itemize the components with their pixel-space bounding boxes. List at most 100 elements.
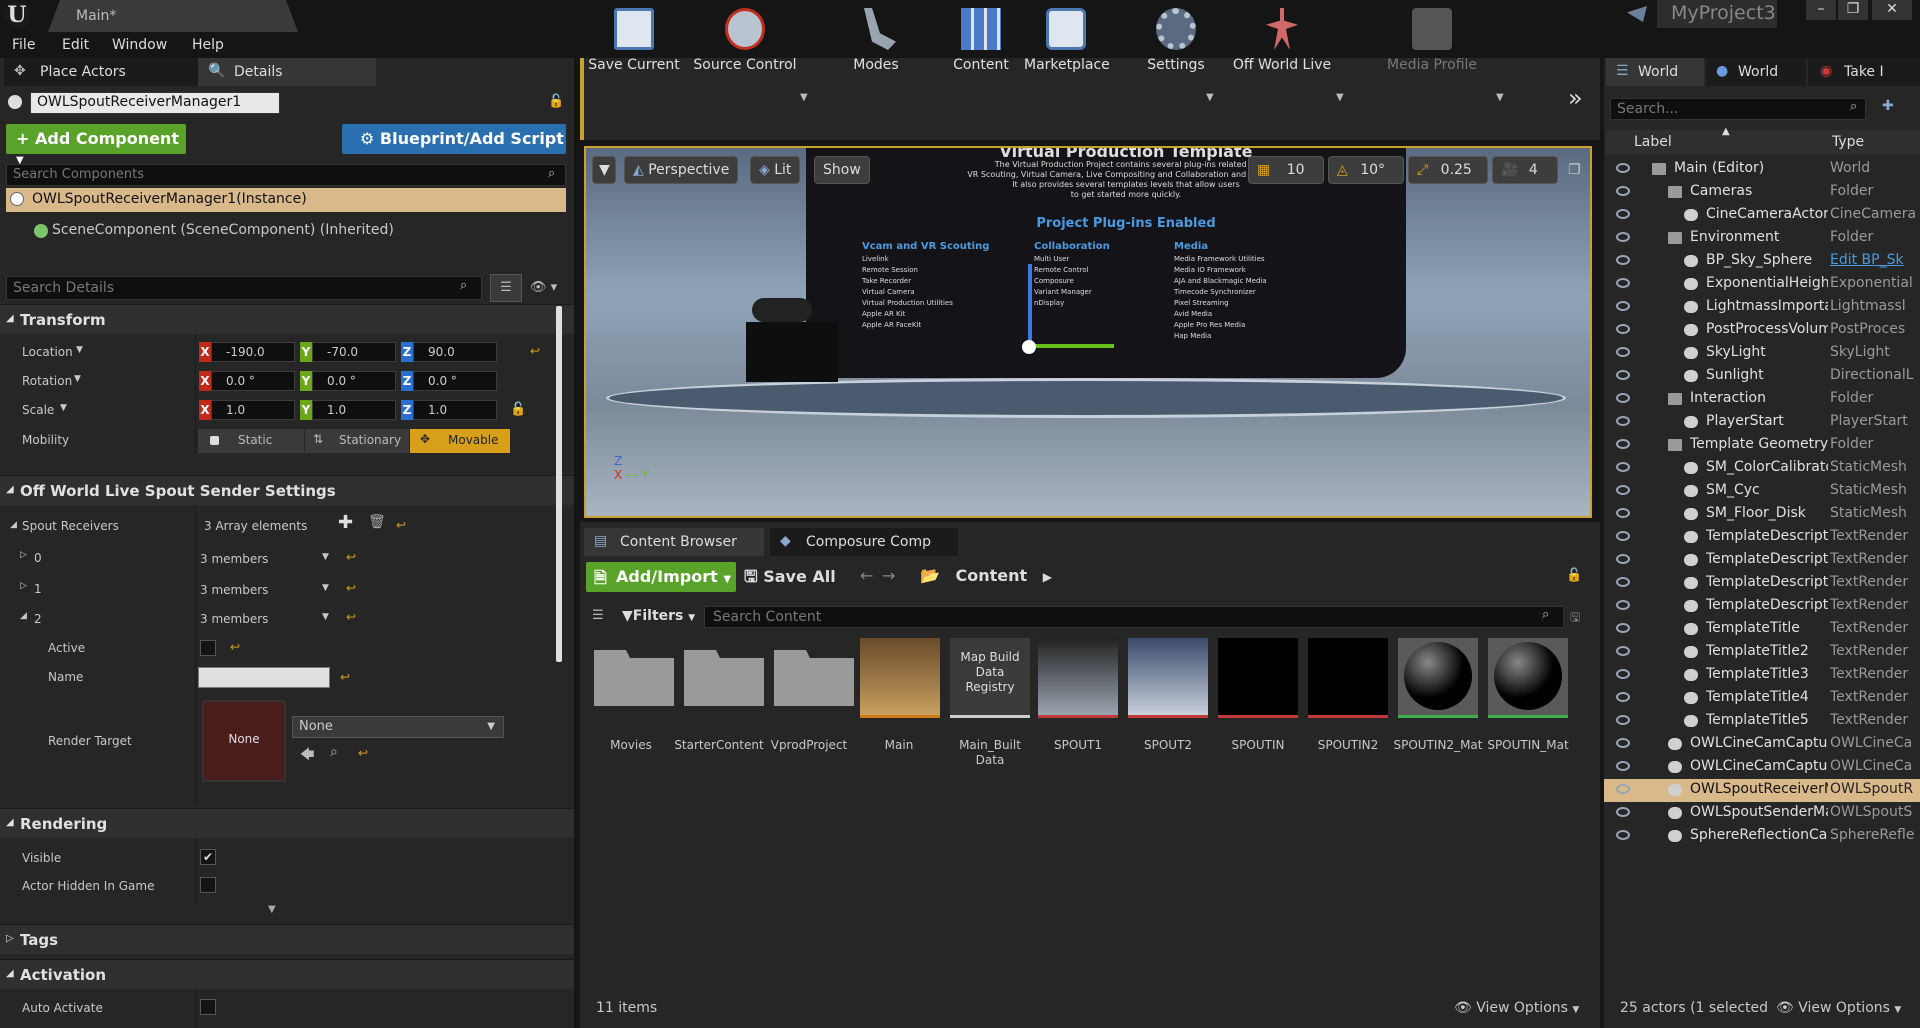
add-component-button[interactable]: + Add Component ▼ [6, 124, 186, 166]
collapse-arrow-icon[interactable]: ◢ [20, 611, 27, 621]
visibility-eye-icon[interactable] [1616, 669, 1630, 679]
content-button[interactable]: Content [944, 0, 1018, 82]
marketplace-button[interactable]: Marketplace [1024, 0, 1110, 82]
menu-file[interactable]: File [12, 37, 35, 53]
auto-activate-checkbox[interactable] [200, 999, 216, 1015]
outliner-row[interactable]: Interaction Folder [1604, 388, 1920, 411]
use-selected-arrow-icon[interactable]: 🡄 [300, 744, 314, 768]
trash-icon[interactable]: 🗑 [368, 514, 386, 530]
source-control-button[interactable]: Source Control [688, 0, 802, 82]
outliner-row[interactable]: SphereReflectionCaptureSphereRefle [1604, 825, 1920, 848]
outliner-row[interactable]: SM_ColorCalibrator StaticMesh [1604, 457, 1920, 480]
asset-render-target-spout2[interactable] [1128, 638, 1208, 718]
camera-speed-button[interactable]: 🎥 4 [1492, 156, 1558, 184]
asset-registry-main-builtdata[interactable]: Map Build Data Registry [950, 638, 1030, 718]
visibility-eye-icon[interactable] [1616, 370, 1630, 380]
visibility-eye-icon[interactable] [1616, 485, 1630, 495]
scale-x-field[interactable]: 1.0 [211, 400, 295, 420]
settings-dropdown-icon[interactable]: ▼ [1206, 92, 1214, 103]
tab-take-recorder[interactable]: ◉ Take I [1808, 58, 1920, 86]
minimize-icon[interactable]: – [1806, 0, 1836, 20]
visible-checkbox[interactable]: ✔ [200, 849, 216, 865]
visibility-eye-icon[interactable] [1616, 784, 1630, 794]
visibility-eye-icon[interactable] [1616, 163, 1630, 173]
media-profile-dropdown-icon[interactable]: ▼ [1496, 92, 1504, 103]
outliner-row[interactable]: OWLSpoutReceiverManager1OWLSpoutR [1604, 779, 1920, 802]
owl-category[interactable]: ◢ Off World Live Spout Sender Settings [0, 475, 574, 505]
rotation-y-field[interactable]: 0.0 ° [312, 371, 396, 391]
mobility-static-button[interactable]: Static [198, 429, 304, 453]
viewport-options-button[interactable]: ▼ [592, 156, 616, 184]
close-icon[interactable]: ✕ [1872, 0, 1912, 20]
outliner-row[interactable]: OWLCineCamCapture OWLCineCa [1604, 733, 1920, 756]
reset-icon[interactable]: ↩ [346, 581, 356, 595]
off-world-live-dropdown-icon[interactable]: ▼ [1336, 92, 1344, 103]
scene-component-row[interactable]: SceneComponent (SceneComponent) (Inherit… [6, 222, 566, 244]
chevron-down-icon[interactable]: ▼ [322, 612, 329, 622]
asset-map-main[interactable] [860, 638, 940, 718]
visibility-eye-icon[interactable] [1616, 761, 1630, 771]
instance-row[interactable]: OWLSpoutReceiverManager1(Instance) [6, 188, 566, 212]
outliner-row[interactable]: BP_Sky_Sphere Edit BP_Sk [1604, 250, 1920, 273]
menu-help[interactable]: Help [192, 37, 224, 53]
menu-window[interactable]: Window [112, 37, 167, 53]
outliner-row[interactable]: Cameras Folder [1604, 181, 1920, 204]
location-z-field[interactable]: 90.0 [413, 342, 497, 362]
asset-material-spoutin2-mat[interactable] [1398, 638, 1478, 718]
expand-more-icon[interactable]: ▼ [268, 904, 276, 915]
render-target-dropdown[interactable]: None ▼ [292, 716, 504, 738]
asset-render-target-spoutin[interactable] [1218, 638, 1298, 718]
tab-world-outliner[interactable]: ☰ World [1606, 58, 1704, 86]
visibility-eye-icon[interactable] [1616, 186, 1630, 196]
maximize-icon[interactable]: ❐ [1838, 0, 1868, 20]
browse-icon[interactable]: ⌕ [330, 744, 338, 760]
blueprint-button[interactable]: ⚙ Blueprint/Add Script [342, 124, 566, 154]
outliner-view-options-button[interactable]: 👁 View Options ▼ [1776, 1000, 1901, 1016]
actor-hidden-checkbox[interactable] [200, 877, 216, 893]
location-y-field[interactable]: -70.0 [312, 342, 396, 362]
filters-button[interactable]: ▼Filters ▼ [622, 608, 695, 624]
outliner-search-input[interactable]: Search... [1610, 98, 1866, 120]
scale-dropdown-icon[interactable]: ▼ [60, 403, 67, 413]
outliner-row[interactable]: LightmassImportanceVolumeLightmassl [1604, 296, 1920, 319]
visibility-eye-icon[interactable] [1616, 646, 1630, 656]
visibility-eye-icon[interactable] [1616, 301, 1630, 311]
outliner-row[interactable]: ExponentialHeightFogExponential [1604, 273, 1920, 296]
outliner-row[interactable]: PostProcessVolume PostProces [1604, 319, 1920, 342]
outliner-row[interactable]: SkyLight SkyLight [1604, 342, 1920, 365]
visibility-eye-icon[interactable] [1616, 439, 1630, 449]
sources-toggle-icon[interactable]: ☰ [592, 608, 604, 623]
search-content-input[interactable]: Search Content [704, 606, 1564, 628]
outliner-row[interactable]: OWLSpoutSenderManagerOWLSpoutS [1604, 802, 1920, 825]
visibility-eye-icon[interactable] [1616, 531, 1630, 541]
outliner-row[interactable]: Template Geometry Folder [1604, 434, 1920, 457]
outliner-row[interactable]: TemplateDescriptionTextRender [1604, 572, 1920, 595]
actor-name-field[interactable]: OWLSpoutReceiverManager1 [30, 92, 280, 114]
save-current-button[interactable]: Save Current [586, 0, 682, 82]
visibility-eye-icon[interactable] [1616, 416, 1630, 426]
tab-composure-comp[interactable]: ◆ Composure Comp [770, 528, 958, 556]
rotation-dropdown-icon[interactable]: ▼ [74, 374, 81, 384]
view-options-button[interactable]: 👁 View Options ▼ [1454, 1000, 1579, 1016]
outliner-row[interactable]: TemplateTitle TextRender [1604, 618, 1920, 641]
source-control-dropdown-icon[interactable]: ▼ [800, 92, 808, 103]
outliner-row[interactable]: Environment Folder [1604, 227, 1920, 250]
outliner-row[interactable]: SM_Floor_Disk StaticMesh [1604, 503, 1920, 526]
lock-icon[interactable]: 🔓 [1566, 568, 1582, 583]
tags-category[interactable]: ▷ Tags [0, 924, 574, 954]
tab-place-actors[interactable]: ✥ Place Actors [4, 58, 198, 86]
reset-icon[interactable]: ↩ [340, 670, 350, 684]
lit-button[interactable]: ◈ Lit [750, 156, 801, 184]
add-import-button[interactable]: 🗎 Add/Import ▼ [586, 562, 736, 592]
show-button[interactable]: Show [814, 156, 870, 184]
settings-button[interactable]: Settings [1136, 0, 1216, 82]
perspective-button[interactable]: ◭ Perspective [624, 156, 739, 184]
visibility-eye-icon[interactable] [1616, 623, 1630, 633]
mobility-movable-button[interactable]: ✥ Movable [410, 429, 510, 453]
outliner-row[interactable]: TemplateTitle3 TextRender [1604, 664, 1920, 687]
outliner-row[interactable]: TemplateTitle2 TextRender [1604, 641, 1920, 664]
visibility-eye-icon[interactable] [1616, 738, 1630, 748]
visibility-eye-icon[interactable] [1616, 807, 1630, 817]
outliner-row[interactable]: CineCameraActor CineCamera [1604, 204, 1920, 227]
save-search-icon[interactable]: 🖫 [1570, 608, 1580, 629]
